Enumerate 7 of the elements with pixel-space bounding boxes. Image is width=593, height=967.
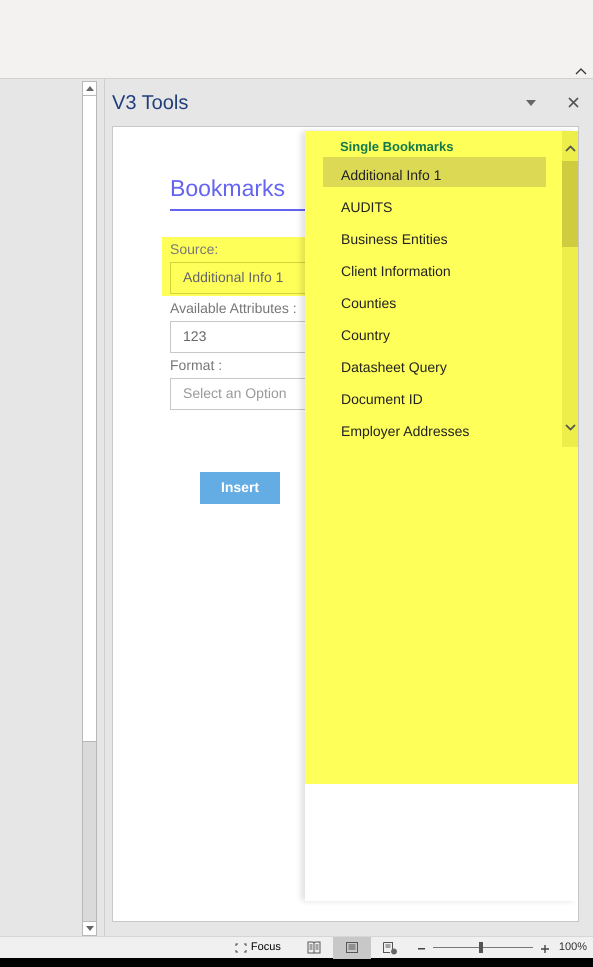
field-label: Source: [170,240,218,258]
field-label: Format : [170,356,222,374]
zoom-level: 100% [558,940,587,956]
field-label: Available Attributes : [170,298,297,318]
pane-title: V3 Tools [112,90,188,116]
section-heading: Bookmarks [170,174,286,203]
group-header: Single Bookmarks [340,139,454,154]
